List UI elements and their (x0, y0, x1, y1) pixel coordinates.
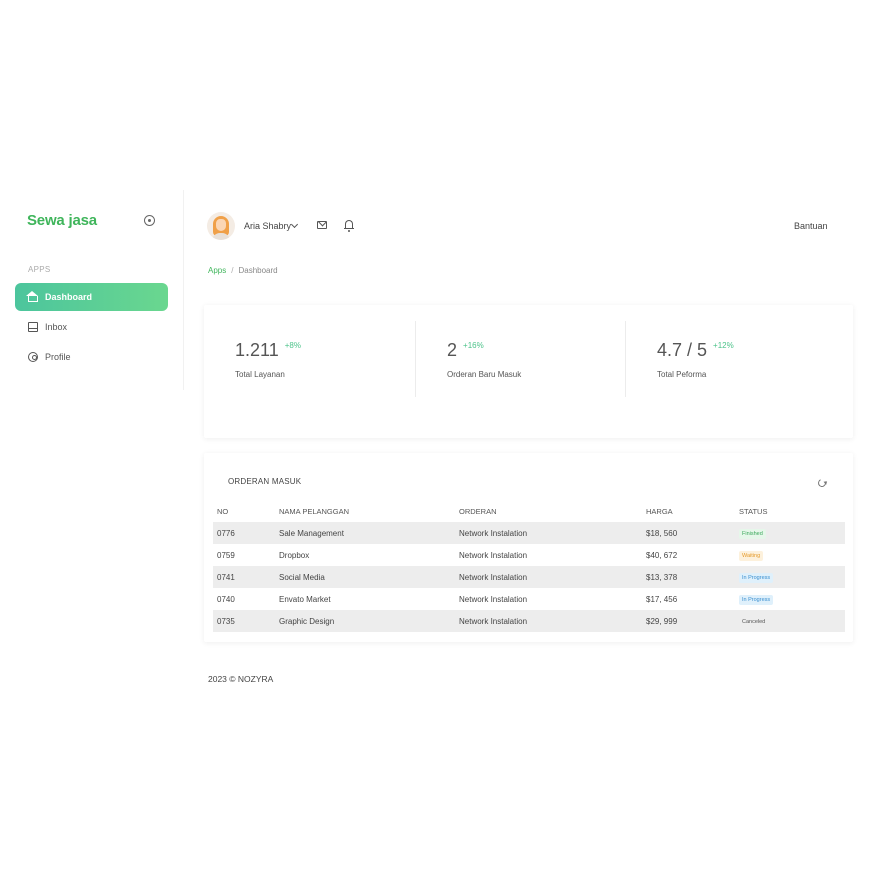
table-row[interactable]: 0740 Envato Market Network Instalation $… (213, 588, 845, 610)
sidebar-item-profile[interactable]: Profile (15, 343, 168, 371)
sidebar-item-inbox[interactable]: Inbox (15, 313, 168, 341)
column-header: NAMA PELANGGAN (279, 507, 350, 516)
cell-price: $13, 378 (642, 566, 735, 588)
column-header: NO (217, 507, 229, 516)
cell-no: 0741 (213, 566, 275, 588)
stat-label: Orderan Baru Masuk (447, 370, 522, 379)
table-row[interactable]: 0759 Dropbox Network Instalation $40, 67… (213, 544, 845, 566)
cell-order: Network Instalation (459, 550, 528, 560)
avatar[interactable] (207, 212, 235, 240)
table-row[interactable]: 0776 Sale Management Network Instalation… (213, 522, 845, 544)
stat-delta: +8% (284, 341, 301, 350)
breadcrumb-separator: / (231, 266, 234, 275)
cell-customer: Graphic Design (275, 610, 455, 632)
cell-customer: Sale Management (275, 522, 455, 544)
refresh-icon[interactable] (816, 477, 828, 489)
cell-order: Network Instalation (455, 522, 642, 544)
user-name[interactable]: Aria Shabry (244, 221, 291, 231)
stat-value: 2 +16% (447, 340, 484, 360)
cell-price: $29, 999 (642, 610, 735, 632)
stat-label: Total Peforma (657, 370, 707, 379)
cell-price: $17, 456 (646, 594, 678, 604)
brand-logo[interactable]: Sewa jasa (27, 212, 97, 229)
breadcrumb-current: Dashboard (238, 266, 278, 275)
cell-no: 0740 (217, 594, 235, 604)
cell-order: Network Instalation (459, 594, 528, 604)
table-header-row: NO NAMA PELANGGAN ORDERAN HARGA STATUS (213, 501, 845, 522)
column-header: HARGA (646, 507, 673, 516)
column-header: STATUS (739, 507, 768, 516)
table-row[interactable]: 0741 Social Media Network Instalation $1… (213, 566, 845, 588)
stat-value: 1.211 +8% (235, 340, 301, 360)
cell-price: $40, 672 (646, 550, 678, 560)
footer-copyright: 2023 © NOZYRA (208, 674, 274, 684)
cell-order: Network Instalation (455, 610, 642, 632)
cell-no: 0735 (213, 610, 275, 632)
cell-customer: Social Media (275, 566, 455, 588)
mail-icon[interactable] (317, 221, 327, 229)
column-header: ORDERAN (459, 507, 497, 516)
stat-total-peforma: 4.7 / 5 +12% Total Peforma (625, 321, 835, 397)
orders-card: ORDERAN MASUK NO NAMA PELANGGAN ORDERAN … (204, 453, 853, 642)
breadcrumb: Apps / Dashboard (208, 266, 278, 275)
status-badge: In Progress (739, 572, 774, 583)
stat-delta: +16% (463, 341, 484, 350)
stat-value: 4.7 / 5 +12% (657, 340, 734, 360)
bell-icon[interactable] (344, 220, 354, 232)
cell-customer: Envato Market (279, 594, 331, 604)
stat-total-layanan: 1.211 +8% Total Layanan (204, 321, 414, 397)
sidebar-item-dashboard[interactable]: Dashboard (15, 283, 168, 311)
breadcrumb-root[interactable]: Apps (208, 266, 226, 275)
stat-orderan-baru: 2 +16% Orderan Baru Masuk (415, 321, 625, 397)
sidebar-toggle-icon[interactable] (144, 215, 155, 226)
status-badge: Finished (739, 528, 766, 539)
home-icon (26, 291, 38, 302)
sidebar-item-label: Profile (45, 352, 71, 362)
status-badge: In Progress (739, 594, 774, 605)
cell-customer: Dropbox (279, 550, 310, 560)
cell-status: In Progress (735, 566, 845, 588)
orders-table: NO NAMA PELANGGAN ORDERAN HARGA STATUS 0… (213, 501, 845, 632)
cell-status: Waiting (735, 544, 845, 566)
sidebar: Sewa jasa APPS Dashboard Inbox Profile (0, 190, 184, 390)
chevron-down-icon[interactable] (290, 220, 299, 229)
profile-icon (28, 352, 38, 362)
orders-title: ORDERAN MASUK (228, 477, 302, 486)
stat-label: Total Layanan (235, 370, 285, 379)
cell-no: 0776 (213, 522, 275, 544)
sidebar-item-label: Dashboard (45, 292, 93, 302)
help-link[interactable]: Bantuan (794, 221, 828, 231)
cell-status: Canceled (735, 610, 845, 632)
table-row[interactable]: 0735 Graphic Design Network Instalation … (213, 610, 845, 632)
sidebar-section-label: APPS (28, 265, 51, 274)
cell-status: Finished (735, 522, 845, 544)
cell-price: $18, 560 (642, 522, 735, 544)
cell-status: In Progress (735, 588, 845, 610)
stats-card: 1.211 +8% Total Layanan 2 +16% Orderan Bar… (204, 305, 853, 438)
inbox-icon (28, 322, 38, 332)
sidebar-item-label: Inbox (45, 322, 68, 332)
cell-no: 0759 (217, 550, 235, 560)
stat-delta: +12% (713, 341, 734, 350)
status-badge: Canceled (742, 618, 766, 625)
cell-order: Network Instalation (455, 566, 642, 588)
status-badge: Waiting (739, 550, 764, 561)
